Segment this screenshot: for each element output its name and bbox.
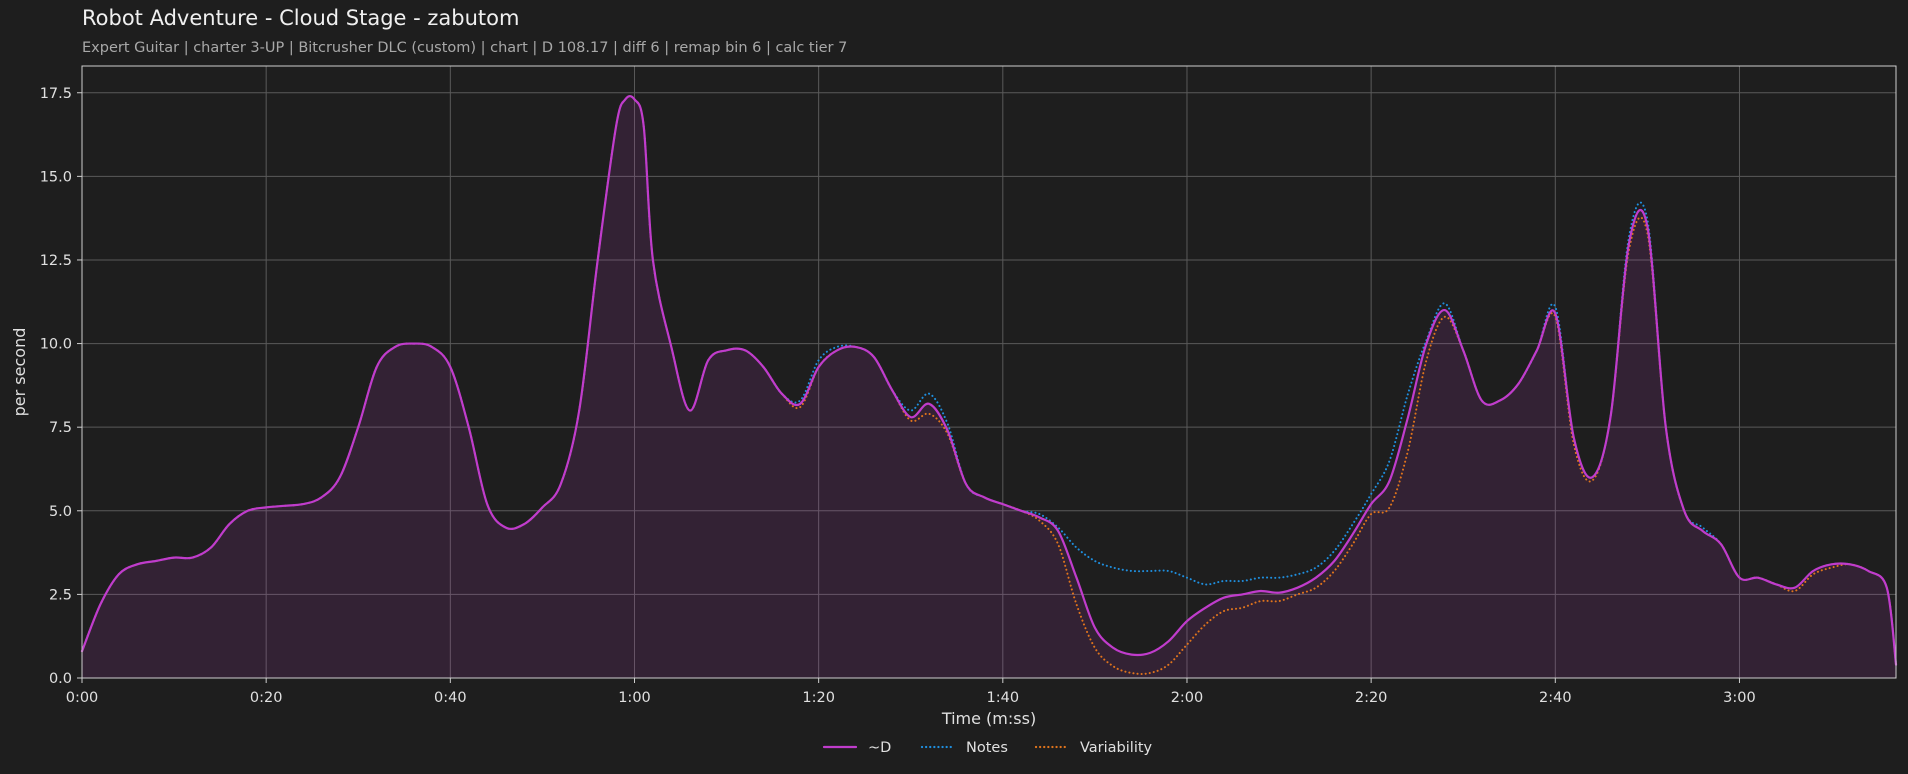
x-tick-label: 1:00 [618,690,651,706]
legend-label: ~D [868,740,891,756]
legend-label: Notes [966,740,1008,756]
x-tick-label: 2:00 [1171,690,1204,706]
y-tick-label: 5.0 [49,504,72,520]
x-tick-label: 1:20 [802,690,835,706]
x-tick-label: 0:40 [434,690,467,706]
x-axis-ticks: 0:00 0:20 0:40 1:00 1:20 1:40 2:00 2:20 2:40 3:00 [66,678,1756,706]
y-tick-label: 12.5 [40,253,72,269]
legend-label: Variability [1080,740,1153,756]
line-chart: 0:00 0:20 0:40 1:00 1:20 1:40 2:00 2:20 2:40 3:00… [10,65,1898,756]
y-tick-label: 17.5 [40,86,72,102]
area-fill [82,96,1896,679]
x-tick-label: 2:20 [1355,690,1388,706]
y-tick-label: 2.5 [49,587,72,603]
legend: ~D Notes Variability [822,740,1153,756]
y-tick-label: 7.5 [49,420,72,436]
area-under-d [82,96,1896,679]
y-tick-label: 15.0 [40,169,72,185]
y-tick-label: 0.0 [49,671,72,687]
y-axis-ticks: 0.0 2.5 5.0 7.5 10.0 12.5 15.0 17.5 [40,86,82,687]
x-axis-label: Time (m:ss) [941,709,1036,728]
x-tick-label: 2:40 [1539,690,1572,706]
y-axis-label: per second [10,328,29,417]
x-tick-label: 0:20 [250,690,283,706]
y-tick-label: 10.0 [40,337,72,353]
x-tick-label: 1:40 [987,690,1020,706]
x-tick-label: 0:00 [66,690,99,706]
x-tick-label: 3:00 [1723,690,1756,706]
